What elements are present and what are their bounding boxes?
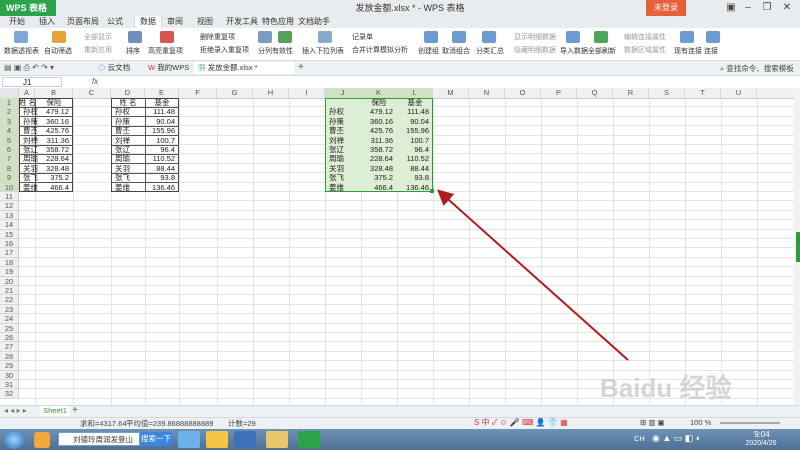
menu-special[interactable]: 特色应用 xyxy=(260,16,296,28)
ie-search-box[interactable]: 刘德玲周润发登山 xyxy=(58,432,140,446)
fx-icon[interactable]: fx xyxy=(92,77,98,86)
connect-icon xyxy=(706,31,720,43)
merge-calc-button[interactable]: 合并计算 xyxy=(352,45,380,55)
existing-conn-button[interactable]: 现有连接 xyxy=(674,46,702,56)
baidu-watermark: Baidu 经验 jingyan.baidu.com xyxy=(600,373,732,403)
menu-formula[interactable]: 公式 xyxy=(104,16,126,28)
reject-dup-button[interactable]: 拒绝录入重复项 xyxy=(200,45,249,55)
add-sheet-icon[interactable]: + xyxy=(72,405,78,416)
clock-time[interactable]: 9:04 xyxy=(742,430,782,439)
showall-button[interactable]: 全部显示 xyxy=(84,32,112,42)
validity-icon xyxy=(278,31,292,43)
highlight-dup-button[interactable]: 高亮重复项 xyxy=(148,46,183,56)
zoom-level[interactable]: 100 % xyxy=(690,418,711,427)
subtotal-icon xyxy=(482,31,496,43)
remove-dup-button[interactable]: 删除重复项 xyxy=(200,32,235,42)
close-button[interactable]: ✕ xyxy=(776,0,798,16)
zoom-slider[interactable] xyxy=(720,422,780,424)
search-go-button[interactable]: 搜索一下 xyxy=(140,432,172,446)
ungroup-button[interactable]: 取消组合 xyxy=(442,46,470,56)
tab-file-label: 发放金额.xlsx * xyxy=(207,63,258,72)
group-button[interactable]: 创建组 xyxy=(418,46,439,56)
refresh-all-button[interactable]: 全部刷新 xyxy=(588,46,616,56)
wps-logo[interactable]: WPS 表格 xyxy=(0,0,56,16)
status-count: 计数=29 xyxy=(228,419,256,428)
menu-review[interactable]: 审阅 xyxy=(164,16,186,28)
highlight-dup-icon xyxy=(160,31,174,43)
language-indicator[interactable]: CH xyxy=(634,434,645,443)
sheet-tab[interactable]: Sheet1 xyxy=(40,406,70,416)
existing-conn-icon xyxy=(680,31,694,43)
menu-developer[interactable]: 开发工具 xyxy=(224,16,260,28)
menu-doc-assistant[interactable]: 文档助手 xyxy=(296,16,332,28)
taskbar-app-icon[interactable] xyxy=(34,432,50,448)
chrome-icon[interactable] xyxy=(206,431,228,448)
filter-icon xyxy=(52,31,66,43)
menu-page-layout[interactable]: 页面布局 xyxy=(64,16,102,28)
subtotal-button[interactable]: 分类汇总 xyxy=(476,46,504,56)
sort-button[interactable]: 排序 xyxy=(126,46,140,56)
menu-view[interactable]: 视图 xyxy=(194,16,216,28)
tab-cloud-label: 云文档 xyxy=(107,63,131,72)
status-sum: 求和=4317.64 xyxy=(80,419,127,428)
menu-insert[interactable]: 插入 xyxy=(34,16,60,28)
name-box[interactable]: J1 xyxy=(2,77,62,87)
search-command-label: 查找命令、搜索模板 xyxy=(726,64,794,73)
sogou-icon[interactable] xyxy=(234,431,256,448)
show-detail-button[interactable]: 显示明细数据 xyxy=(514,32,556,42)
validity-button[interactable]: 有效性 xyxy=(272,46,293,56)
start-button[interactable] xyxy=(4,430,24,449)
ungroup-icon xyxy=(452,31,466,43)
pivot-icon xyxy=(14,31,28,43)
annotation-arrow xyxy=(437,189,629,361)
sheet-nav-icons[interactable]: ◂ ◂ ▸ ▸ xyxy=(4,406,27,415)
scrollbar-thumb[interactable] xyxy=(796,232,800,262)
pivot-button[interactable]: 数据透视表 xyxy=(4,46,39,56)
autofilter-button[interactable]: 自动筛选 xyxy=(44,46,72,56)
cloud-icon: ☁ xyxy=(98,63,106,72)
search-command[interactable]: ⌕ 查找命令、搜索模板 xyxy=(720,63,794,74)
hide-detail-button[interactable]: 隐藏明细数据 xyxy=(514,45,556,55)
tab-file[interactable]: ▦ 发放金额.xlsx * xyxy=(194,62,294,74)
menu-start[interactable]: 开始 xyxy=(4,16,30,28)
dropdown-button[interactable]: 插入下拉列表 xyxy=(302,46,344,56)
import-button[interactable]: 导入数据 xyxy=(560,46,588,56)
group-icon xyxy=(424,31,438,43)
data-area-button[interactable]: 数据区域属性 xyxy=(624,45,666,55)
menu-data[interactable]: 数据 xyxy=(134,16,162,28)
maximize-button[interactable]: ❐ xyxy=(756,0,778,16)
login-button[interactable]: 未登录 xyxy=(646,0,686,16)
tray-icons[interactable]: ◉ ▲ ▭ ◧ ◐ xyxy=(652,433,701,444)
formula-input[interactable] xyxy=(110,77,790,87)
status-average: 平均值=239.86888888889 xyxy=(126,419,214,428)
quick-tools-icon[interactable]: ▤ ▣ ⎙ ↶ ↷ ▾ xyxy=(4,63,54,73)
tab-cloud-docs[interactable]: ☁ 云文档 xyxy=(94,62,134,74)
edit-link-button[interactable]: 编辑连接属性 xyxy=(624,32,666,42)
sheet-file-icon: ▦ xyxy=(198,63,206,72)
import-icon xyxy=(566,31,580,43)
tab-mywps[interactable]: W 我的WPS xyxy=(144,62,193,74)
spreadsheet-grid[interactable]: ABCDEFGHIJKLMNOPQRSTU 1 2 3 4 5 6 7 8 9 10 11 12 13 1… xyxy=(0,88,794,405)
connect-button[interactable]: 连接 xyxy=(704,46,718,56)
window-title: 发放金额.xlsx * - WPS 表格 xyxy=(355,3,465,13)
ime-toolbar[interactable]: S 中 ✓ ☺ 🎤 ⌨ 👤 👕 ▦ xyxy=(474,417,568,428)
search-icon: ⌕ xyxy=(720,64,725,73)
wps-w-icon: W xyxy=(148,63,156,72)
sort-icon xyxy=(128,31,142,43)
ribbon: 数据透视表 自动筛选 全部显示 重新应用 排序 高亮重复项 删除重复项 拒绝录入… xyxy=(0,28,800,61)
dropdown-icon xyxy=(318,31,332,43)
reapply-button[interactable]: 重新应用 xyxy=(84,45,112,55)
split-icon xyxy=(258,31,272,43)
tab-mywps-label: 我的WPS xyxy=(157,63,190,72)
wps-taskbar-icon[interactable] xyxy=(298,431,320,448)
explorer-icon[interactable] xyxy=(266,431,288,448)
split-button[interactable]: 分列 xyxy=(258,46,272,56)
clock-date[interactable]: 2020/4/26 xyxy=(738,440,784,447)
view-mode-icons[interactable]: ⊞ ▥ ▣ xyxy=(640,418,665,427)
record-button[interactable]: 记录单 xyxy=(352,32,373,42)
ie-icon[interactable] xyxy=(178,431,200,448)
new-tab-icon[interactable]: + xyxy=(298,62,304,73)
simulate-button[interactable]: 模拟分析 xyxy=(380,45,408,55)
refresh-icon xyxy=(594,31,608,43)
